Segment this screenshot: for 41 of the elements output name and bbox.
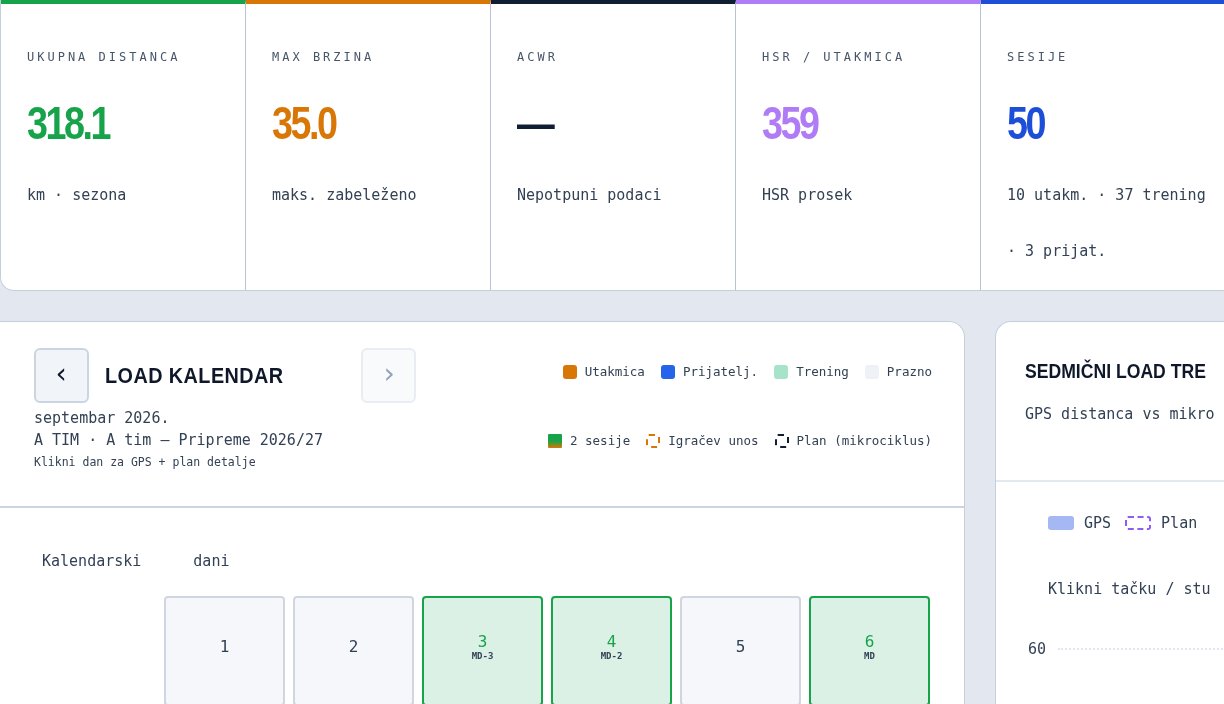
stat-caption: HSR prosek bbox=[762, 185, 854, 206]
legend-label: Plan (mikrociklus) bbox=[796, 433, 932, 448]
stat-label: HSR / UTAKMICA bbox=[762, 50, 906, 64]
legend-label: 2 sesije bbox=[570, 433, 631, 448]
day-cell[interactable]: 4 MD-2 bbox=[551, 596, 672, 704]
legend-label: Igračev unos bbox=[668, 433, 759, 448]
legend-label: Plan bbox=[1161, 514, 1198, 532]
day-cell[interactable]: 3 MD-3 bbox=[422, 596, 543, 704]
column-heading: Kalendarski bbox=[42, 552, 142, 570]
legend-label: Utakmica bbox=[584, 364, 645, 379]
stat-value: 50 bbox=[1007, 97, 1045, 149]
legend-label: Prazno bbox=[886, 364, 932, 379]
stat-caption: 10 utakm. · 37 trening · 3 prijat. bbox=[1007, 185, 1207, 262]
stat-label: SESIJE bbox=[1007, 50, 1069, 64]
stat-value: — bbox=[517, 97, 553, 149]
hint-text: Klikni tačku / stu bbox=[1048, 580, 1211, 598]
stat-value: 359 bbox=[762, 97, 818, 149]
stat-label: ACWR bbox=[517, 50, 558, 64]
stat-caption: Nepotpuni podaci bbox=[517, 185, 663, 206]
hint-text: Klikni dan za GPS + plan detalje bbox=[34, 455, 257, 469]
y-axis-label: 60 bbox=[1028, 640, 1047, 658]
stat-value: 35.0 bbox=[272, 97, 336, 149]
stat-label: UKUPNA DISTANCA bbox=[27, 50, 181, 64]
legend-label: Trening bbox=[796, 364, 849, 379]
panel-subtitle: GPS distanca vs mikro bbox=[1025, 405, 1215, 423]
stat-label: MAX BRZINA bbox=[272, 50, 375, 64]
column-heading: dani bbox=[193, 552, 230, 570]
team-label: A TIM · A tim — Pripreme 2026/27 bbox=[34, 431, 324, 449]
legend-label: Prijatelj. bbox=[682, 364, 759, 379]
stat-caption: maks. zabeleženo bbox=[272, 185, 418, 206]
stat-caption: km · sezona bbox=[27, 185, 128, 206]
stat-value: 318.1 bbox=[27, 97, 110, 149]
previous-month-button[interactable]: ‹ bbox=[34, 348, 89, 403]
day-cell[interactable]: 6 MD bbox=[809, 596, 930, 704]
day-cell[interactable]: 2 bbox=[293, 596, 414, 704]
month-label: septembar 2026. bbox=[34, 409, 171, 427]
legend-label: GPS bbox=[1084, 514, 1112, 532]
day-cell[interactable]: 5 bbox=[680, 596, 801, 704]
panel-title: LOAD KALENDAR bbox=[105, 362, 284, 389]
day-cell[interactable]: 1 bbox=[164, 596, 285, 704]
panel-title: SEDMIČNI LOAD TRE bbox=[1025, 360, 1206, 383]
